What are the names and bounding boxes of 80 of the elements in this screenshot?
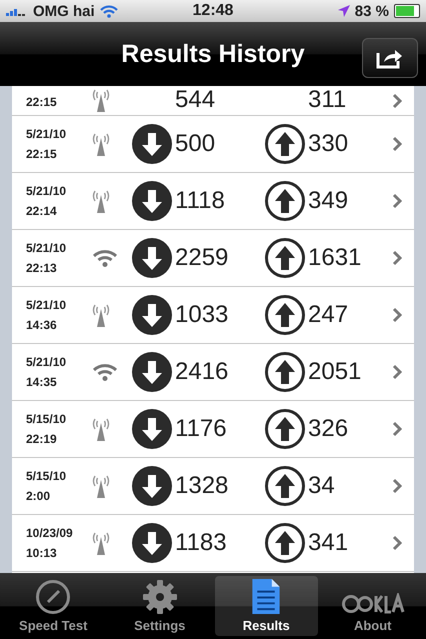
upload-speed: 34	[308, 472, 336, 500]
upload-speed: 330	[308, 130, 350, 158]
share-button[interactable]	[362, 38, 418, 78]
result-row[interactable]: 5/21/10 14:36 1033 247	[12, 287, 414, 344]
download-speed: 2259	[175, 244, 230, 272]
download-speed: 1033	[175, 301, 230, 329]
result-row[interactable]: 5/21/10 22:13 2259 1631	[12, 230, 414, 287]
upload-speed: 1631	[308, 244, 362, 272]
location-icon	[338, 5, 350, 17]
download-speed: 500	[175, 130, 216, 158]
result-row[interactable]: 22:15 544 311	[12, 86, 414, 116]
cell-tower-icon	[92, 303, 110, 327]
cell-tower-icon	[92, 531, 110, 555]
result-date: 5/15/10	[26, 469, 68, 483]
result-time: 22:14	[26, 204, 58, 218]
download-speed: 1176	[175, 415, 228, 443]
result-date: 5/21/10	[26, 184, 68, 198]
result-date: 5/15/10	[26, 412, 68, 426]
tab[interactable]: Settings	[108, 576, 211, 636]
cell-tower-icon	[92, 474, 110, 498]
result-time: 14:36	[26, 318, 58, 332]
upload-speed: 341	[308, 529, 350, 557]
result-time: 2:00	[26, 489, 52, 503]
chevron-icon	[392, 421, 402, 437]
chevron-icon	[392, 307, 402, 323]
battery-percent: 83 %	[354, 2, 389, 20]
result-row[interactable]: 5/21/10 22:15 500 330	[12, 116, 414, 173]
chevron-icon	[392, 193, 402, 209]
result-time: 22:15	[26, 147, 58, 161]
result-row[interactable]: 5/21/10 14:35 2416 2051	[12, 344, 414, 401]
chevron-icon	[392, 136, 402, 152]
result-row[interactable]: 5/15/10 22:19 1176 326	[12, 401, 414, 458]
result-date: 5/21/10	[26, 298, 68, 312]
nav-title: Results History	[121, 40, 305, 68]
wifi-icon	[100, 4, 118, 18]
cell-tower-icon	[92, 417, 110, 441]
chevron-icon	[392, 364, 402, 380]
document-icon	[251, 578, 282, 615]
result-time: 22:15	[26, 95, 58, 109]
cell-tower-icon	[92, 189, 110, 213]
result-date: 5/21/10	[26, 127, 68, 141]
clock: 12:48	[192, 2, 234, 20]
result-date: 5/21/10	[26, 241, 68, 255]
settings-icon	[142, 579, 178, 615]
result-time: 22:19	[26, 432, 58, 446]
cell-tower-icon	[92, 88, 110, 112]
share-icon	[376, 47, 404, 69]
download-speed: 1328	[175, 472, 230, 500]
download-speed: 1183	[175, 529, 228, 557]
result-row[interactable]: 5/21/10 22:14 1118 349	[12, 173, 414, 230]
wifi-icon	[92, 249, 118, 267]
download-speed: 2416	[175, 358, 230, 386]
upload-speed: 311	[308, 86, 348, 114]
result-time: 10:13	[26, 546, 58, 560]
wifi-icon	[92, 363, 118, 381]
upload-speed: 326	[308, 415, 350, 443]
upload-speed: 349	[308, 187, 350, 215]
result-date: 5/21/10	[26, 355, 68, 369]
upload-speed: 2051	[308, 358, 362, 386]
tab[interactable]: Speed Test	[2, 576, 104, 636]
tab[interactable]: Results	[215, 576, 318, 636]
result-date: 10/23/09	[26, 526, 74, 540]
signal-icon	[6, 6, 28, 16]
battery-icon	[394, 4, 420, 18]
chevron-icon	[392, 478, 402, 494]
chevron-icon	[392, 93, 402, 109]
result-time: 14:35	[26, 375, 58, 389]
result-row[interactable]: 10/23/09 10:13 1183 341	[12, 515, 414, 572]
download-speed: 1118	[175, 187, 226, 215]
result-time: 22:13	[26, 261, 58, 275]
download-speed: 544	[175, 86, 216, 114]
result-row[interactable]: 5/15/10 2:00 1328 34	[12, 458, 414, 515]
upload-speed: 247	[308, 301, 350, 329]
cell-tower-icon	[92, 132, 110, 156]
chevron-icon	[392, 535, 402, 551]
chevron-icon	[392, 250, 402, 266]
carrier-name: OMG hai	[33, 2, 95, 20]
logo-icon	[340, 593, 405, 615]
gauge-icon	[35, 579, 72, 615]
tab[interactable]: About	[322, 576, 424, 636]
